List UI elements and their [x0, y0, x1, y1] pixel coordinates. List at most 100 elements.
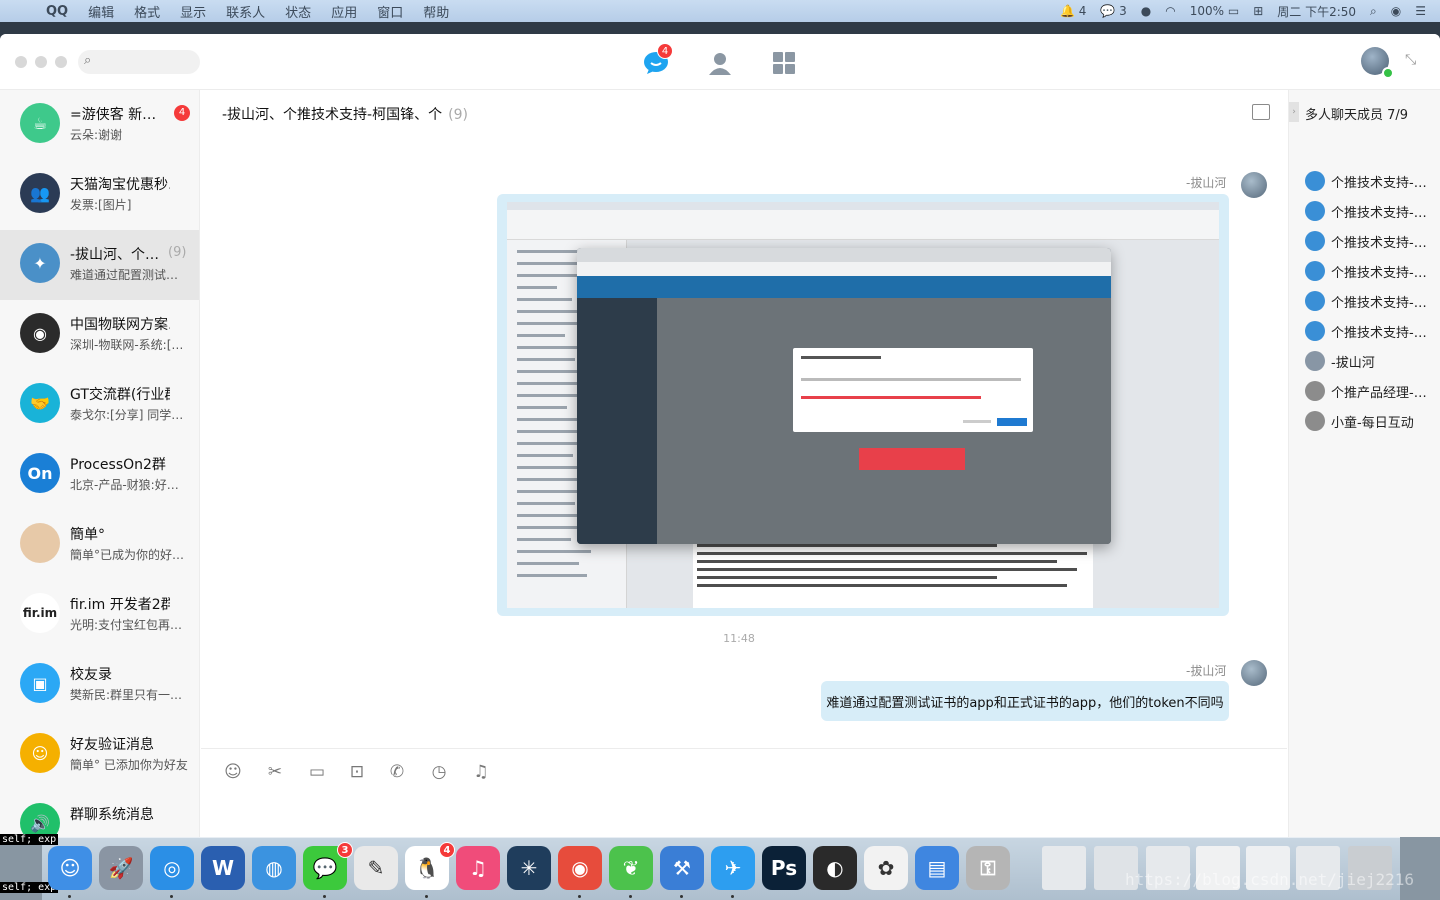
member-avatar — [1305, 261, 1325, 281]
shrink-window-icon[interactable]: ⤡ — [1405, 52, 1416, 68]
dvd-icon[interactable]: ◐ — [813, 846, 857, 890]
conversation-item[interactable]: 🤝 GT交流群(行业群) 泰戈尔:[分享] 同学… — [0, 370, 199, 440]
conversation-item[interactable]: ☺ 好友验证消息 簡单° 已添加你为好友 — [0, 720, 199, 790]
menu-apps[interactable]: 应用 — [321, 2, 367, 21]
leaf-icon[interactable]: ❦ — [609, 846, 653, 890]
collapse-panel-icon[interactable]: › — [1289, 102, 1299, 122]
phone-icon[interactable]: ✆ — [386, 761, 408, 783]
window-titlebar: ⌕ 4 — [0, 34, 1440, 90]
member-item[interactable]: 小童-每日互动 — [1303, 410, 1439, 432]
conversation-avatar: On — [20, 453, 60, 493]
conversation-item[interactable]: On ProcessOn2群 北京-产品-财狼:好… — [0, 440, 199, 510]
menu-app[interactable]: QQ — [36, 4, 78, 19]
close-window-button[interactable] — [15, 56, 27, 68]
wechat-icon[interactable]: 💬 3 — [303, 842, 353, 890]
airmail-icon[interactable]: ✈ — [711, 846, 755, 890]
circle-status-icon[interactable]: ● — [1141, 4, 1151, 18]
minimize-window-button[interactable] — [35, 56, 47, 68]
member-avatar — [1305, 171, 1325, 191]
dock-glyph: ♫ — [469, 856, 487, 880]
conversation-name: -拔山河、个… — [70, 247, 160, 263]
battery-status[interactable]: 100% ▭ — [1190, 4, 1239, 18]
menu-help[interactable]: 帮助 — [413, 2, 459, 21]
bell-icon[interactable]: ♫ — [470, 761, 492, 783]
spotlight-icon[interactable]: ⌕ — [1370, 4, 1377, 19]
zoom-window-button[interactable] — [55, 56, 67, 68]
my-avatar[interactable] — [1361, 47, 1394, 79]
dock-badge: 3 — [337, 842, 353, 858]
conversation-item[interactable]: ☕ =游侠客 新… 云朵:谢谢 4 — [0, 90, 199, 160]
itunes-icon[interactable]: ♫ — [456, 846, 500, 890]
terminal-fragment: self; exp — [0, 834, 59, 845]
running-indicator — [629, 895, 632, 898]
dock-glyph: ❦ — [622, 856, 640, 880]
member-item[interactable]: 个推技术支持-… — [1303, 290, 1439, 312]
sender-avatar[interactable] — [1241, 172, 1267, 198]
chat-settings-icon[interactable] — [1252, 104, 1270, 120]
menu-contacts[interactable]: 联系人 — [216, 2, 275, 21]
photoshop-icon[interactable]: Ps — [762, 846, 806, 890]
clock[interactable]: 周二 下午2:50 — [1277, 3, 1356, 20]
input-method-icon[interactable]: ⊞ — [1253, 4, 1263, 18]
menu-format[interactable]: 格式 — [124, 2, 170, 21]
menu-view[interactable]: 显示 — [170, 2, 216, 21]
member-item[interactable]: 个推技术支持-… — [1303, 230, 1439, 252]
history-icon[interactable]: ◷ — [428, 761, 450, 783]
folder-icon[interactable]: ▭ — [306, 761, 328, 783]
tab-apps[interactable] — [769, 48, 799, 78]
member-item[interactable]: 个推技术支持-… — [1303, 200, 1439, 222]
siri-icon[interactable]: ◉ — [1391, 4, 1401, 18]
notification-status[interactable]: 🔔 4 — [1060, 4, 1086, 18]
conversation-item[interactable]: ◉ 中国物联网方案… 深圳-物联网-系统:[… — [0, 300, 199, 370]
chef-icon[interactable]: ◍ — [252, 846, 296, 890]
scissors-icon[interactable]: ✂ — [264, 761, 286, 783]
textedit-icon[interactable]: ✎ — [354, 846, 398, 890]
member-item[interactable]: 个推技术支持-… — [1303, 170, 1439, 192]
search-input[interactable] — [102, 53, 192, 71]
notification-center-icon[interactable]: ☰ — [1415, 4, 1426, 18]
member-item[interactable]: 个推技术支持-… — [1303, 320, 1439, 342]
conversation-item[interactable]: 👥 天猫淘宝优惠秒… 发票:[图片] — [0, 160, 199, 230]
conversation-avatar: 👥 — [20, 173, 60, 213]
menu-window[interactable]: 窗口 — [367, 2, 413, 21]
conversation-item[interactable]: ✦ -拔山河、个… 难道通过配置测试… (9) — [0, 230, 199, 300]
conversation-item[interactable]: ▣ 校友录 樊新民:群里只有一… — [0, 650, 199, 720]
launchpad-icon[interactable]: 🚀 — [99, 846, 143, 890]
conversation-item[interactable]: fir.im fir.im 开发者2群 光明:支付宝红包再… — [0, 580, 199, 650]
xcode-icon[interactable]: ⚒ — [660, 846, 704, 890]
qq-icon[interactable]: 🐧 4 — [405, 842, 455, 890]
gift-icon[interactable]: ⊡ — [346, 761, 368, 783]
menu-status[interactable]: 状态 — [275, 2, 321, 21]
sourcetree-icon[interactable]: ✳ — [507, 846, 551, 890]
tab-contacts[interactable] — [705, 48, 735, 78]
member-item[interactable]: 个推技术支持-… — [1303, 260, 1439, 282]
dock-glyph: ◎ — [163, 856, 181, 880]
conversation-name: 群聊系统消息 — [70, 807, 154, 823]
simulator-icon[interactable]: ▤ — [915, 846, 959, 890]
text-message[interactable]: 难道通过配置测试证书的app和正式证书的app，他们的token不同吗 — [821, 681, 1229, 721]
screenshot-image[interactable] — [507, 202, 1219, 608]
shot-menubar — [507, 202, 1219, 210]
image-message[interactable] — [497, 194, 1229, 616]
search-box[interactable]: ⌕ — [78, 50, 200, 74]
wifi-icon[interactable]: ◠ — [1165, 4, 1175, 18]
shot-dialog — [793, 348, 1033, 432]
keychain-icon[interactable]: ⚿ — [966, 846, 1010, 890]
wechat-status[interactable]: 💬 3 — [1100, 4, 1126, 18]
member-item[interactable]: -拔山河 — [1303, 350, 1439, 372]
emoji-icon[interactable]: ☺ — [222, 761, 244, 783]
tab-messages[interactable]: 4 — [641, 43, 673, 78]
window-thumbnail[interactable] — [1042, 846, 1086, 890]
photos-icon[interactable]: ✿ — [864, 846, 908, 890]
word-icon[interactable]: W — [201, 846, 245, 890]
conversation-item[interactable]: 🔊 群聊系统消息 — [0, 790, 199, 837]
conversation-avatar: ☕ — [20, 103, 60, 143]
finder-icon[interactable]: ☺ — [48, 846, 92, 890]
chrome-icon[interactable]: ◉ — [558, 846, 602, 890]
sender-avatar[interactable] — [1241, 660, 1267, 686]
menu-edit[interactable]: 编辑 — [78, 2, 124, 21]
member-item[interactable]: 个推产品经理-… — [1303, 380, 1439, 402]
safari-icon[interactable]: ◎ — [150, 846, 194, 890]
conversation-preview: 簡单° 已添加你为好友 — [70, 758, 188, 772]
conversation-item[interactable]: 簡单° 簡单°已成为你的好… — [0, 510, 199, 580]
